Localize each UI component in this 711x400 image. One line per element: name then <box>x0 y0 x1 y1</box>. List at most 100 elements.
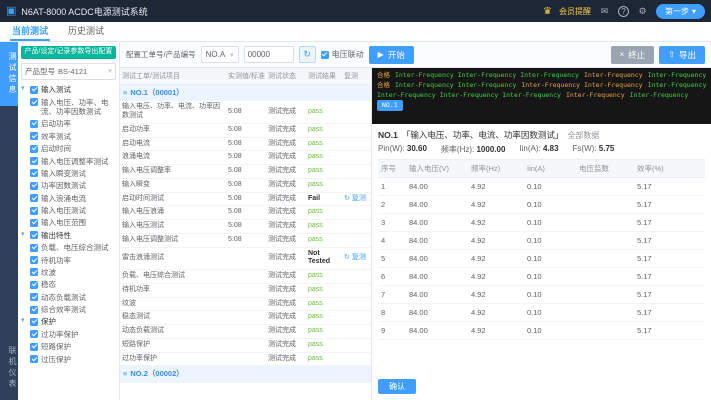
test-row[interactable]: 纹波 测试完成 pass <box>120 297 371 312</box>
test-row[interactable]: 负载、电压综合测试 测试完成 pass <box>120 269 371 284</box>
test-row[interactable]: 启动时间测试 5.08 测试完成 Fail ↻ 复测 <box>120 192 371 207</box>
tree-collapse-icon[interactable]: ▾ <box>21 85 27 93</box>
checkbox-checked-icon[interactable] <box>30 157 38 165</box>
step-button[interactable]: 第一步 ▾ <box>655 3 705 19</box>
test-row[interactable]: 过功率保护 测试完成 pass <box>120 352 371 367</box>
checkbox-checked-icon[interactable] <box>30 169 38 178</box>
tree-test-item[interactable]: 启动时间 <box>21 143 116 155</box>
rail-item-instruments[interactable]: 联机仪表 <box>0 336 18 400</box>
tree-test-item[interactable]: 输入瞬变测试 <box>21 167 116 179</box>
tree-test-item[interactable]: 过压保护 <box>21 353 116 365</box>
tab-current-test[interactable]: 当前测试 <box>10 22 51 41</box>
message-icon[interactable]: ✉ <box>598 5 611 18</box>
test-row[interactable]: 短路保护 测试完成 pass <box>120 338 371 353</box>
tree-test-item[interactable]: 纹波 <box>21 266 116 278</box>
test-row[interactable]: 浪涌电流 5.08 测试完成 pass <box>120 150 371 166</box>
start-button[interactable]: ▶ 开始 <box>368 45 414 64</box>
confirm-button[interactable]: 确认 <box>378 378 416 394</box>
result-row[interactable]: 9 84.00 4.92 0.10 5.17 <box>378 321 705 340</box>
tree-group-item[interactable]: ▾ 保护 <box>21 316 116 328</box>
checkbox-checked-icon[interactable] <box>30 305 38 314</box>
result-row[interactable]: 5 84.00 4.92 0.10 5.17 <box>378 249 705 268</box>
product-model-select[interactable]: 产品型号 BS-4121 ▾ <box>21 62 116 80</box>
checkbox-checked-icon[interactable] <box>30 330 38 339</box>
test-row[interactable]: 输入电压、功率、电流、功率因数测试 5.08 测试完成 pass <box>120 100 371 124</box>
export-config-button[interactable]: 产品/设定/记录参数导出配置 <box>21 46 116 59</box>
workorder-select[interactable]: NO.A ▾ <box>200 46 239 63</box>
checkbox-checked-icon[interactable] <box>30 268 38 277</box>
result-row[interactable]: 6 84.00 4.92 0.10 5.17 <box>378 267 705 286</box>
help-icon[interactable]: ? <box>617 5 629 17</box>
checkbox-checked-icon[interactable] <box>30 206 38 215</box>
checkbox-checked-icon[interactable] <box>30 317 38 326</box>
checkbox-checked-icon[interactable] <box>30 293 38 302</box>
checkbox-checked-icon[interactable] <box>30 342 38 351</box>
refresh-serial-button[interactable]: ↻ <box>298 46 316 63</box>
test-group-row[interactable]: ≡ NO.1（00001） <box>120 84 371 102</box>
result-row[interactable]: 3 84.00 4.92 0.10 5.17 <box>378 213 705 232</box>
tree-test-item[interactable]: 功率因数测试 <box>21 180 116 192</box>
checkbox-checked-icon[interactable] <box>30 85 38 94</box>
test-row[interactable]: 输入电压调整测试 5.08 测试完成 pass <box>120 233 371 248</box>
rail-item-test-info[interactable]: 测试信息 <box>0 42 18 106</box>
test-row[interactable]: 稳态测试 测试完成 pass <box>120 310 371 326</box>
test-row[interactable]: 启动功率 5.08 测试完成 pass <box>120 123 371 138</box>
gear-icon[interactable]: ⚙ <box>636 5 649 18</box>
tab-history-test[interactable]: 历史测试 <box>66 22 106 41</box>
checkbox-checked-icon[interactable] <box>30 243 38 252</box>
serial-number-input[interactable] <box>243 46 294 63</box>
tree-test-item[interactable]: 输入电压、功率、电流、功率因数测试 <box>21 96 116 118</box>
export-button[interactable]: ⇧ 导出 <box>659 45 705 64</box>
test-row[interactable]: 输入电压浪涌 5.08 测试完成 pass <box>120 205 371 221</box>
member-reminder-link[interactable]: 会员提醒 <box>559 6 591 17</box>
tree-test-item[interactable]: 输入电压测试 <box>21 205 116 217</box>
test-row[interactable]: 动态负载测试 测试完成 pass <box>120 324 371 339</box>
tree-test-item[interactable]: 输入电压调整率测试 <box>21 155 116 167</box>
checkbox-checked-icon[interactable] <box>30 144 38 153</box>
checkbox-checked-icon[interactable] <box>30 231 38 240</box>
tree-collapse-icon[interactable]: ▾ <box>21 231 27 239</box>
tree-test-item[interactable]: 启动功率 <box>21 118 116 130</box>
retest-link[interactable]: ↻ 复测 <box>344 254 366 263</box>
tree-test-item[interactable]: 输入电压范围 <box>21 217 116 229</box>
checkbox-checked-icon[interactable] <box>30 98 38 107</box>
tree-test-item[interactable]: 待机功率 <box>21 254 116 266</box>
tree-test-item[interactable]: 稳态 <box>21 279 116 291</box>
tree-group-item[interactable]: ▾ 输入测试 <box>21 84 116 96</box>
test-row[interactable]: 输入瞬变 5.08 测试完成 pass <box>120 178 371 193</box>
checkbox-checked-icon[interactable] <box>30 280 38 289</box>
result-cell: 4.92 <box>468 177 524 196</box>
tree-group-item[interactable]: ▾ 输出特性 <box>21 229 116 241</box>
tree-test-item[interactable]: 过功率保护 <box>21 328 116 340</box>
checkbox-checked-icon[interactable] <box>30 218 38 227</box>
retest-link[interactable]: ↻ 复测 <box>344 195 366 204</box>
test-row[interactable]: 雷击浪涌测试 测试完成 Not Tested ↻ 复测 <box>120 247 371 271</box>
voltage-linkage-checkbox[interactable]: 电压联动 <box>320 49 364 60</box>
result-row[interactable]: 8 84.00 4.92 0.10 5.17 <box>378 303 705 322</box>
tree-test-item[interactable]: 综合效率测试 <box>21 304 116 316</box>
test-row[interactable]: 启动电流 5.08 测试完成 pass <box>120 137 371 152</box>
result-row[interactable]: 4 84.00 4.92 0.10 5.17 <box>378 231 705 250</box>
result-row[interactable]: 1 84.00 4.92 0.10 5.17 <box>378 177 705 196</box>
tree-test-item[interactable]: 短路保护 <box>21 341 116 353</box>
tree-test-item[interactable]: 动态负载测试 <box>21 291 116 303</box>
log-tag[interactable]: NO.1 <box>377 100 403 111</box>
stop-button[interactable]: × 终止 <box>610 45 655 64</box>
checkbox-checked-icon[interactable] <box>30 132 38 141</box>
test-group-row[interactable]: ≡ NO.2（00002） <box>120 365 371 383</box>
checkbox-checked-icon[interactable] <box>30 181 38 190</box>
checkbox-checked-icon[interactable] <box>30 119 38 128</box>
result-row[interactable]: 7 84.00 4.92 0.10 5.17 <box>378 285 705 304</box>
checkbox-checked-icon[interactable] <box>30 256 38 264</box>
tree-collapse-icon[interactable]: ▾ <box>21 317 27 325</box>
log-panel[interactable]: 合格 Inter-Frequency Inter-Frequency Inter-… <box>372 68 711 124</box>
tree-test-item[interactable]: 效率测试 <box>21 130 116 142</box>
test-row[interactable]: 输入电压调整率 5.08 测试完成 pass <box>120 164 371 179</box>
tree-test-item[interactable]: 输入浪涌电流 <box>21 192 116 204</box>
test-row[interactable]: 待机功率 测试完成 pass <box>120 283 371 298</box>
test-row[interactable]: 输入电压测试 5.08 测试完成 pass <box>120 219 371 234</box>
checkbox-checked-icon[interactable] <box>30 194 38 203</box>
tree-test-item[interactable]: 负载、电压综合测试 <box>21 242 116 254</box>
result-row[interactable]: 2 84.00 4.92 0.10 5.17 <box>378 195 705 214</box>
checkbox-checked-icon[interactable] <box>30 355 38 363</box>
